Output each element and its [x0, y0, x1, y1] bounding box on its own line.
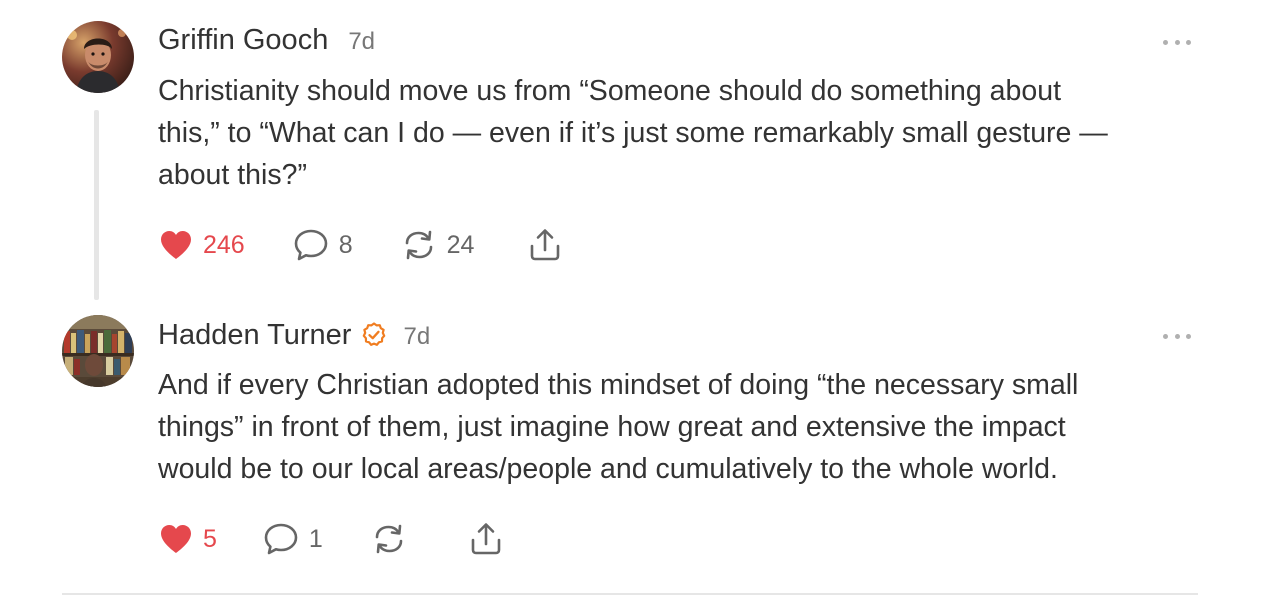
share-upload-icon — [471, 523, 501, 555]
comment: Griffin Gooch 7d Christianity should mov… — [0, 0, 1266, 300]
like-count: 246 — [203, 230, 245, 259]
speech-bubble-icon — [264, 523, 298, 555]
comment-text-line: about this?” — [158, 159, 307, 191]
timestamp[interactable]: 7d — [403, 323, 430, 351]
comment-text-line: would be to our local areas/people and c… — [158, 453, 1058, 485]
like-button[interactable]: 5 — [159, 523, 217, 555]
verified-check-badge-icon — [363, 322, 386, 346]
more-dots-icon[interactable] — [1163, 37, 1191, 47]
share-button[interactable] — [469, 521, 503, 557]
comment-header: Hadden Turner 7d — [158, 318, 430, 352]
comments-thread: Griffin Gooch 7d Christianity should mov… — [0, 0, 1266, 600]
comment-text-line: Christianity should move us from “Someon… — [158, 75, 1061, 107]
restack-arrows-icon — [405, 230, 432, 260]
comment-actions: 246 8 24 — [158, 225, 562, 265]
author-name[interactable]: Hadden Turner — [158, 319, 351, 352]
share-button[interactable] — [528, 227, 562, 263]
author-name[interactable]: Griffin Gooch — [158, 24, 328, 57]
avatar[interactable] — [62, 21, 134, 93]
thread-line — [94, 110, 99, 300]
restack-count: 24 — [446, 230, 475, 259]
heart-icon — [161, 231, 191, 259]
comment-actions: 5 1 — [158, 519, 503, 559]
comment: Hadden Turner 7d And if every Christian … — [0, 300, 1266, 590]
reply-button[interactable]: 1 — [263, 522, 323, 556]
comment-text-line: this,” to “What can I do — even if it’s … — [158, 117, 1108, 149]
like-count: 5 — [203, 524, 217, 553]
restack-arrows-icon — [375, 524, 403, 554]
divider — [62, 593, 1198, 595]
comment-text-line: things” in front of them, just imagine h… — [158, 411, 1066, 443]
share-upload-icon — [531, 229, 560, 261]
reply-count: 1 — [308, 524, 323, 553]
heart-icon — [161, 525, 191, 553]
timestamp[interactable]: 7d — [348, 28, 375, 56]
speech-bubble-icon — [294, 229, 328, 261]
comment-text-line: And if every Christian adopted this mind… — [158, 369, 1079, 401]
reply-count: 8 — [338, 230, 353, 259]
comment-header: Griffin Gooch 7d — [158, 24, 375, 57]
reply-button[interactable]: 8 — [293, 228, 353, 262]
like-button[interactable]: 246 — [159, 229, 245, 261]
comment-body: And if every Christian adopted this mind… — [158, 364, 1198, 490]
restack-button[interactable] — [371, 522, 407, 556]
more-dots-icon[interactable] — [1163, 331, 1191, 341]
restack-button[interactable]: 24 — [401, 228, 475, 262]
comment-body: Christianity should move us from “Someon… — [158, 70, 1198, 196]
avatar[interactable] — [62, 315, 134, 387]
